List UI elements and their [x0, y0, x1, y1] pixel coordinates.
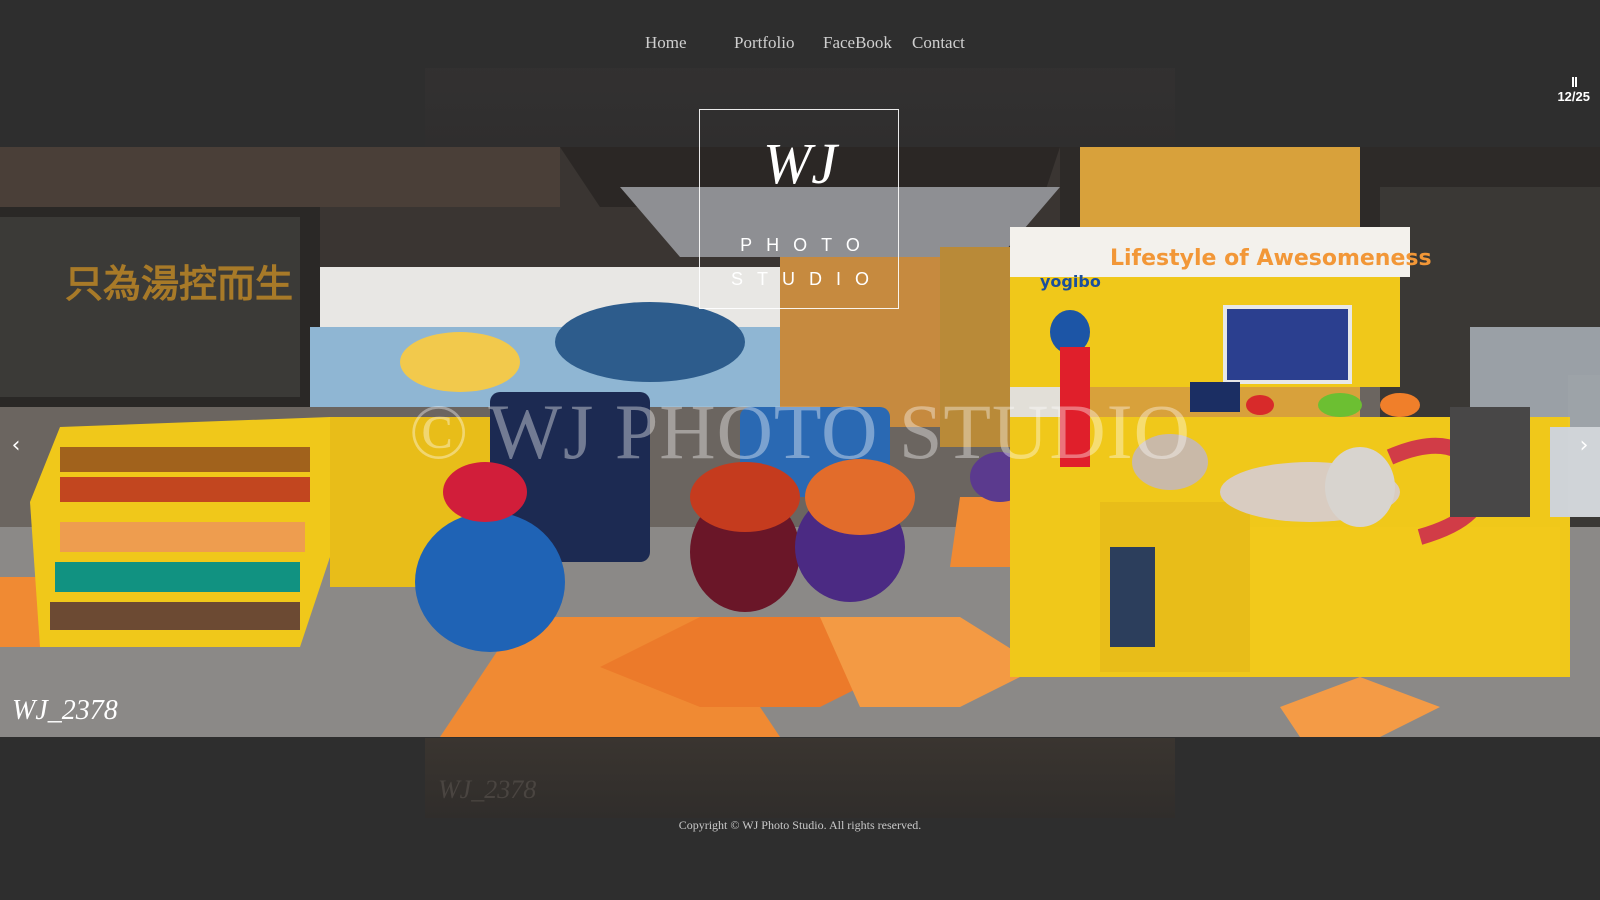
photo-watermark: © WJ PHOTO STUDIO — [409, 388, 1191, 475]
footer-copyright: Copyright © WJ Photo Studio. All rights … — [678, 818, 922, 832]
nav-contact[interactable]: Contact — [912, 33, 965, 53]
nav-home[interactable]: Home — [645, 33, 687, 53]
slideshow-counter[interactable]: 12/25 — [1557, 76, 1590, 103]
pause-icon[interactable] — [1569, 76, 1579, 88]
photo-reflection — [425, 738, 1175, 818]
brand-sign: yogibo — [1040, 272, 1101, 291]
main-nav: Home Portfolio FaceBook Contact — [0, 33, 1600, 57]
logo-mark: WJ — [762, 131, 838, 196]
logo-text-studio: STUDIO — [730, 269, 883, 289]
chevron-right-icon[interactable]: › — [1568, 375, 1600, 515]
store-sign-chinese: 只為湯控而生 — [65, 262, 293, 306]
logo-text-photo: PHOTO — [740, 235, 874, 255]
nav-facebook[interactable]: FaceBook — [823, 33, 892, 53]
slide-counter-text: 12/25 — [1557, 89, 1590, 104]
studio-logo[interactable]: WJ PHOTO STUDIO — [699, 109, 899, 309]
nav-portfolio[interactable]: Portfolio — [734, 33, 794, 53]
lifestyle-sign: Lifestyle of Awesomeness — [1110, 246, 1432, 271]
chevron-left-icon[interactable]: ‹ — [0, 375, 32, 515]
photo-caption: WJ_2378 — [12, 695, 118, 726]
reflection-caption: WJ_2378 — [438, 775, 537, 804]
